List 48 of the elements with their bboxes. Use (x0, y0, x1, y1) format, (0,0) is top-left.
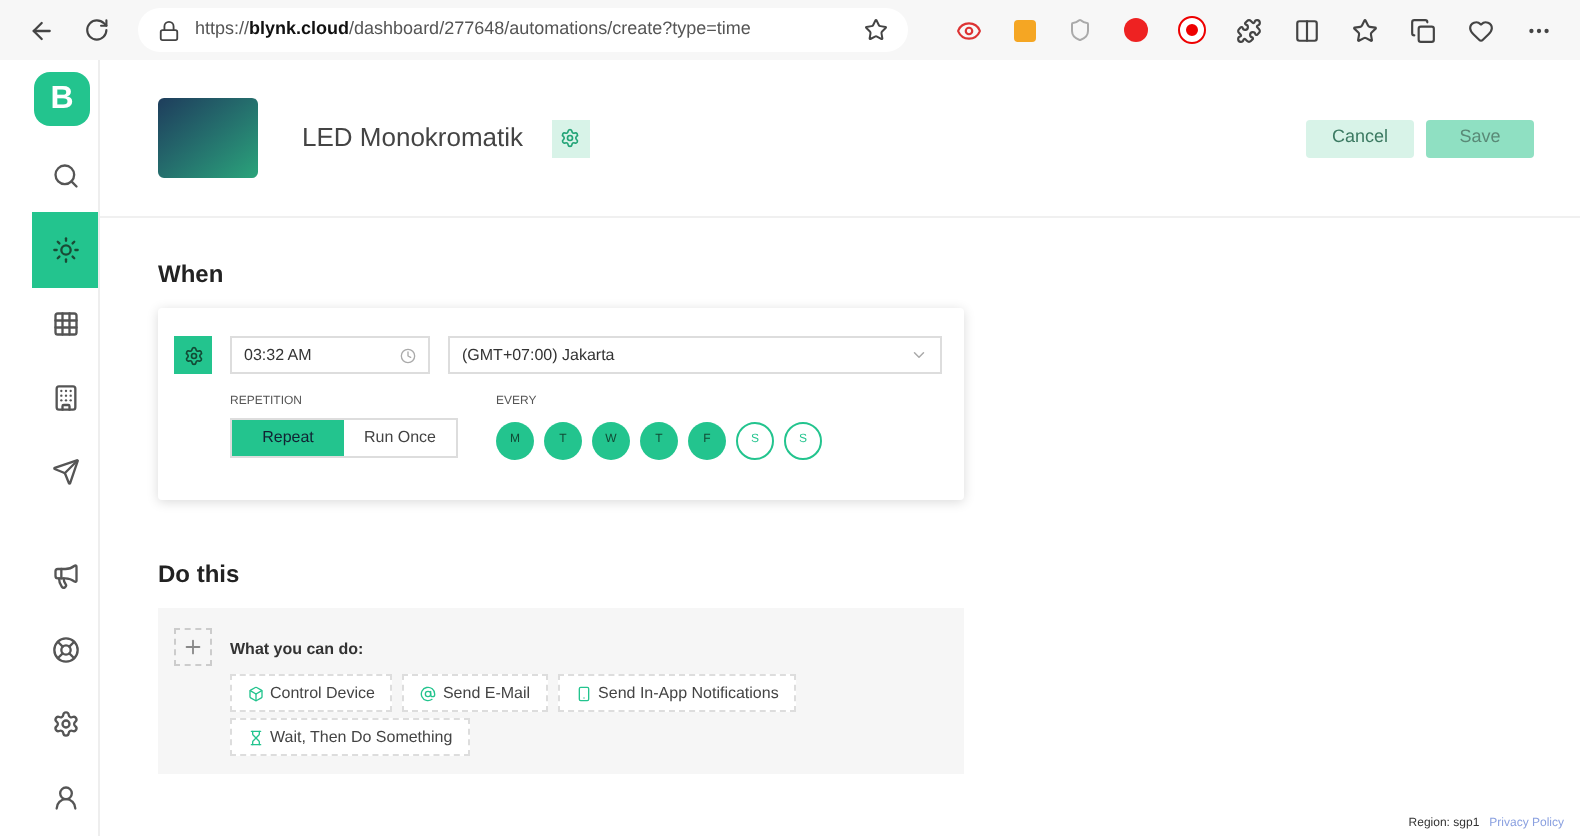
prompt-text: What you can do: (230, 638, 366, 662)
clock-icon (400, 347, 416, 363)
timezone-select[interactable]: (GMT+07:00) Jakarta (448, 336, 942, 374)
save-button[interactable]: Save (1426, 119, 1534, 157)
phone-icon (576, 685, 593, 701)
favorites-icon[interactable] (1352, 17, 1378, 43)
device-title: LED Monokromatik (302, 120, 524, 157)
search-icon (51, 161, 79, 190)
settings-icon (51, 710, 79, 739)
at-sign-icon (420, 685, 437, 701)
heart-icon[interactable] (1468, 17, 1494, 43)
segment-tab[interactable]: Repeat (232, 420, 344, 456)
action-chip[interactable]: Control Device (230, 674, 393, 712)
cancel-button[interactable]: Cancel (1306, 119, 1414, 157)
stop-icon[interactable] (1124, 18, 1148, 42)
eye-icon[interactable] (956, 17, 982, 43)
action-chip[interactable]: Send E-Mail (402, 674, 549, 712)
star-icon[interactable] (864, 18, 888, 42)
action-chip[interactable]: Wait, Then Do Something (230, 718, 471, 756)
lifebuoy-icon (51, 636, 79, 665)
time-field[interactable]: 03:32 AM (230, 336, 430, 374)
puzzle-icon[interactable] (1236, 17, 1262, 43)
plus-icon (182, 636, 204, 658)
add-button[interactable] (174, 628, 212, 666)
address-bar[interactable]: https://blynk.cloud/dashboard/277648/automations/create?type=time (137, 8, 908, 52)
hourglass-icon (248, 729, 264, 745)
sun-icon (51, 236, 79, 264)
section-heading: Do this (158, 558, 242, 592)
action-chip[interactable]: Send In-App Notifications (558, 674, 797, 712)
lock-icon (157, 19, 179, 41)
section-heading: When (158, 258, 226, 292)
url-text: https://blynk.cloud/dashboard/277648/automations/create?type=time (195, 16, 751, 43)
building-icon (51, 384, 79, 413)
reload-icon[interactable] (83, 16, 109, 44)
grid-icon (51, 310, 79, 339)
photo-placeholder (158, 98, 258, 178)
split-view-icon[interactable] (1294, 17, 1320, 43)
settings-icon (183, 345, 203, 365)
settings-button[interactable] (174, 336, 212, 374)
settings-button[interactable] (551, 119, 590, 157)
megaphone-icon (51, 562, 79, 591)
settings-icon (560, 128, 581, 148)
chevron-down-icon (910, 346, 928, 364)
cube-icon (248, 685, 264, 701)
send-icon (51, 458, 79, 487)
collections-icon[interactable] (1410, 17, 1436, 43)
user-icon (51, 784, 79, 813)
extension-icon[interactable] (1180, 18, 1204, 42)
